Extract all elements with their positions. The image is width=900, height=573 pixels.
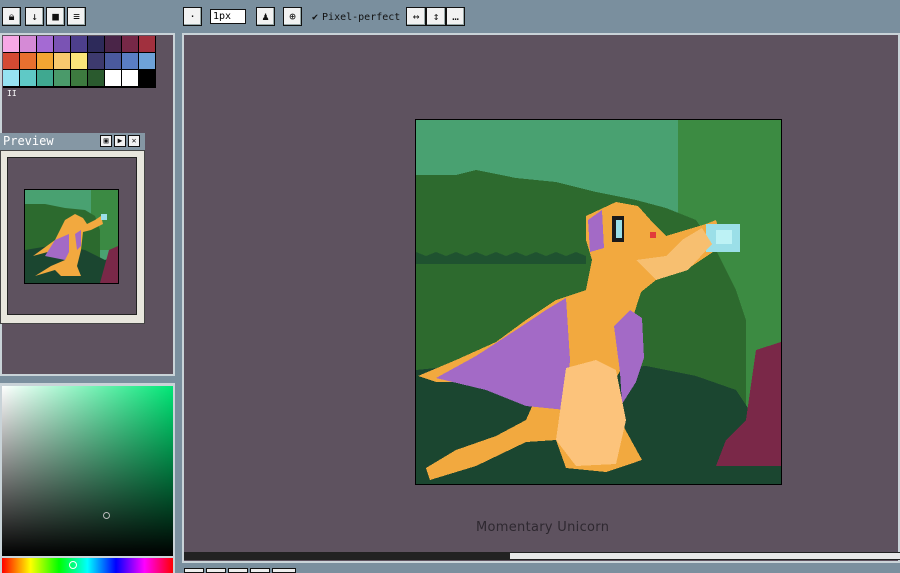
pixel-perfect-toggle[interactable]: ✔ Pixel-perfect	[312, 10, 400, 24]
palette-swatch[interactable]	[37, 70, 53, 86]
palette-swatch[interactable]	[54, 53, 70, 69]
brush-shape-button[interactable]: ·	[183, 7, 202, 26]
palette-swatch[interactable]	[54, 36, 70, 52]
symmetry-v-button[interactable]: ↕	[426, 7, 446, 26]
bottom-tab[interactable]	[184, 568, 204, 573]
palette-swatch[interactable]	[88, 53, 104, 69]
bottom-tab[interactable]	[250, 568, 270, 573]
stop-icon: ■	[52, 10, 59, 23]
download-button[interactable]: ↓	[25, 7, 44, 26]
bottom-tool-strip	[182, 565, 900, 573]
palette-swatch[interactable]	[71, 36, 87, 52]
pixel-canvas[interactable]	[415, 119, 782, 485]
magnifier-icon: ⊕	[289, 10, 296, 23]
menu-icon: ≡	[73, 10, 80, 23]
menu-button[interactable]: ≡	[67, 7, 86, 26]
play-icon: ▶	[117, 136, 123, 145]
palette-swatch[interactable]	[20, 70, 36, 86]
brush-size-input[interactable]	[210, 9, 246, 24]
palette-swatch[interactable]	[37, 36, 53, 52]
palette-swatch[interactable]	[139, 70, 155, 86]
symmetry-h-button[interactable]: ↔	[406, 7, 426, 26]
preview-fit-button[interactable]: ▣	[100, 135, 112, 147]
check-icon: ✔	[312, 11, 319, 23]
palette-swatch[interactable]	[88, 70, 104, 86]
palette-swatch[interactable]	[105, 36, 121, 52]
palette-swatch[interactable]	[3, 53, 19, 69]
palette-swatch[interactable]	[122, 36, 138, 52]
lock-button[interactable]: 🔒︎	[2, 7, 21, 26]
palette-swatch[interactable]	[105, 70, 121, 86]
lock-icon: 🔒︎	[8, 10, 15, 23]
bottom-tab[interactable]	[206, 568, 226, 573]
horizontal-scrollbar-thumb[interactable]	[510, 553, 900, 559]
palette-swatch[interactable]	[71, 53, 87, 69]
palette-swatch[interactable]	[139, 53, 155, 69]
palette-swatch[interactable]	[20, 36, 36, 52]
pixel-perfect-label: Pixel-perfect	[322, 11, 401, 23]
palette-swatch[interactable]	[139, 36, 155, 52]
download-icon: ↓	[31, 10, 38, 23]
canvas-artwork	[416, 120, 781, 484]
hue-slider[interactable]	[2, 558, 173, 573]
palette-swatch[interactable]	[88, 36, 104, 52]
symmetry-v-icon: ↕	[432, 10, 440, 23]
color-picker-field[interactable]	[2, 386, 173, 556]
color-picker-cursor[interactable]	[103, 512, 110, 519]
dot-icon: ·	[189, 10, 196, 23]
bottom-tab[interactable]	[272, 568, 296, 573]
palette-swatch[interactable]	[54, 70, 70, 86]
bottom-tab[interactable]	[228, 568, 248, 573]
ellipsis-icon: …	[452, 10, 459, 23]
preview-close-button[interactable]: ✕	[128, 135, 140, 147]
palette-swatch[interactable]	[105, 53, 121, 69]
palette-swatch[interactable]	[71, 70, 87, 86]
palette-swatch[interactable]	[122, 70, 138, 86]
palette-swatch[interactable]	[20, 53, 36, 69]
preview-thumbnail	[24, 189, 119, 284]
palette-swatch[interactable]	[37, 53, 53, 69]
palette-grid	[3, 36, 156, 88]
zoom-button[interactable]: ⊕	[283, 7, 302, 26]
palette-swatch[interactable]	[3, 36, 19, 52]
stop-button[interactable]: ■	[46, 7, 65, 26]
canvas-watermark: Momentary Unicorn	[476, 520, 610, 535]
ink-icon: ♟	[262, 10, 269, 23]
preview-play-button[interactable]: ▶	[114, 135, 126, 147]
ink-button[interactable]: ♟	[256, 7, 275, 26]
fit-icon: ▣	[103, 136, 109, 145]
palette-swatch[interactable]	[3, 70, 19, 86]
preview-artwork	[25, 190, 118, 283]
more-options-button[interactable]: …	[446, 7, 465, 26]
palette-swatch[interactable]	[122, 53, 138, 69]
close-icon: ✕	[131, 136, 137, 145]
symmetry-h-icon: ↔	[412, 10, 420, 23]
palette-indicator: II	[7, 89, 17, 98]
hue-slider-handle[interactable]	[69, 561, 77, 569]
preview-title: Preview	[3, 134, 54, 148]
